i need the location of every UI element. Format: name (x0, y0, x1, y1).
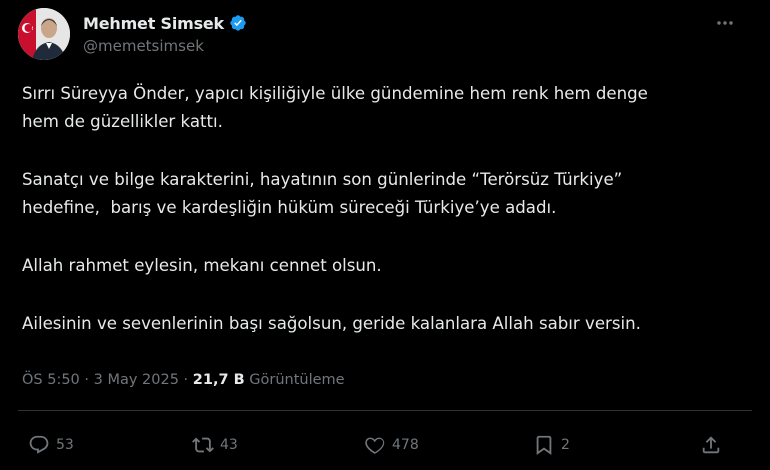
more-icon[interactable] (714, 12, 736, 34)
like-button[interactable]: 478 (364, 430, 419, 460)
repost-count: 43 (220, 437, 238, 453)
share-icon (700, 434, 722, 456)
tweet-paragraph: Ailesinin ve sevenlerinin başı sağolsun,… (22, 314, 641, 333)
bookmark-icon (533, 434, 555, 456)
tweet-date[interactable]: 3 May 2025 (94, 372, 179, 388)
reply-button[interactable]: 53 (28, 430, 74, 460)
avatar[interactable] (18, 8, 70, 60)
avatar-image (18, 8, 70, 60)
author-name-row: Mehmet Simsek (83, 12, 247, 34)
verified-badge-icon (229, 14, 247, 32)
repost-button[interactable]: 43 (192, 430, 238, 460)
tweet-paragraph: Allah rahmet eylesin, mekanı cennet olsu… (22, 256, 382, 275)
meta-separator: · (79, 372, 94, 388)
repost-icon (192, 434, 214, 456)
views-count: 21,7 B (192, 372, 245, 388)
meta-separator: · (178, 372, 193, 388)
author-handle[interactable]: @memetsimsek (83, 37, 204, 55)
tweet-text: Sırrı Süreyya Önder, yapıcı kişiliğiyle … (22, 80, 752, 368)
like-count: 478 (392, 437, 419, 453)
tweet-meta: ÖS 5:50 · 3 May 2025 · 21,7 B Görüntülem… (22, 372, 345, 388)
reply-count: 53 (56, 437, 74, 453)
like-icon (364, 434, 386, 456)
tweet-time[interactable]: ÖS 5:50 (22, 372, 80, 388)
action-bar: 53 43 478 2 (0, 430, 770, 460)
author-display-name[interactable]: Mehmet Simsek (83, 14, 224, 33)
reply-icon (28, 434, 50, 456)
tweet-paragraph: Sırrı Süreyya Önder, yapıcı kişiliğiyle … (22, 84, 648, 131)
bookmark-button[interactable]: 2 (533, 430, 570, 460)
views-label: Görüntüleme (249, 372, 345, 388)
divider (18, 410, 752, 411)
bookmark-count: 2 (561, 437, 570, 453)
tweet-paragraph: Sanatçı ve bilge karakterini, hayatının … (22, 170, 623, 217)
share-button[interactable] (700, 430, 722, 460)
tweet-card: Mehmet Simsek @memetsimsek Sırrı Süreyya… (0, 0, 770, 470)
